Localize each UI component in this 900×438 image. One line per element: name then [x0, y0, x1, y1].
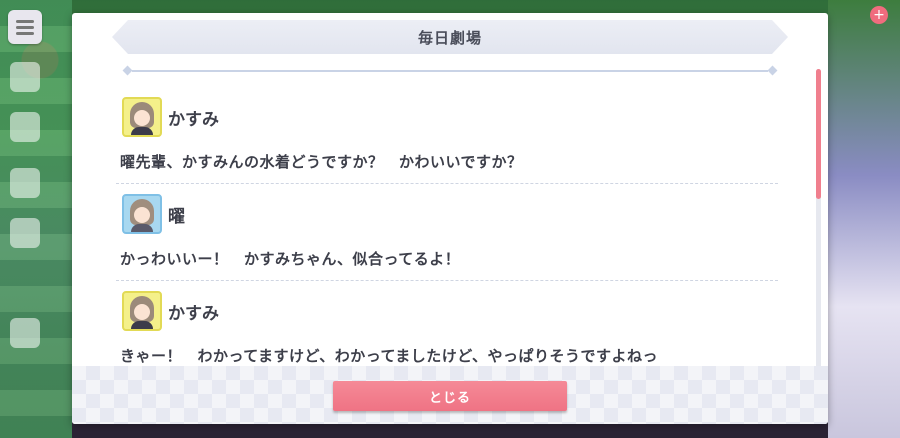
dialog-title: 毎日劇場	[417, 28, 482, 47]
scrollbar[interactable]	[816, 69, 821, 379]
background-menu-icon	[10, 218, 40, 248]
speaker-name: 曜	[168, 206, 185, 227]
right-sidebar-background	[828, 0, 900, 438]
dialogue-entry: 曜 かっわいいー！ かすみちゃん、似合ってるよ！	[116, 192, 780, 289]
dialogue-entry: かすみ 曜先輩、かすみんの水着どうですか？ かわいいですか？	[116, 95, 780, 192]
scrollbar-thumb[interactable]	[816, 69, 821, 199]
plus-icon[interactable]: +	[870, 6, 888, 24]
background-menu-icon	[10, 112, 40, 142]
kasumi-avatar	[122, 291, 162, 331]
background-menu-icon	[10, 62, 40, 92]
kasumi-avatar	[122, 97, 162, 137]
dialog-title-bar: 毎日劇場	[112, 20, 788, 54]
dialogue-text: 曜先輩、かすみんの水着どうですか？ かわいいですか？	[120, 153, 523, 171]
dialogue-text: きゃー！ わかってますけど、わかってましたけど、やっぱりそうですよねっ	[120, 347, 659, 365]
daily-theater-dialog: 毎日劇場 かすみ 曜先輩、かすみんの水着どうですか？ かわいいですか？ 曜 かっ…	[72, 13, 828, 424]
hamburger-menu-icon[interactable]	[8, 10, 42, 44]
entry-separator	[116, 280, 778, 281]
close-button[interactable]: とじる	[333, 381, 567, 411]
dialogue-list: かすみ 曜先輩、かすみんの水着どうですか？ かわいいですか？ 曜 かっわいいー！…	[116, 95, 780, 386]
title-divider	[122, 65, 778, 76]
speaker-name: かすみ	[168, 109, 219, 130]
entry-separator	[116, 183, 778, 184]
you-avatar	[122, 194, 162, 234]
speaker-name: かすみ	[168, 303, 219, 324]
dialogue-text: かっわいいー！ かすみちゃん、似合ってるよ！	[120, 250, 461, 268]
background-menu-icon	[10, 168, 40, 198]
background-menu-icon	[10, 318, 40, 348]
